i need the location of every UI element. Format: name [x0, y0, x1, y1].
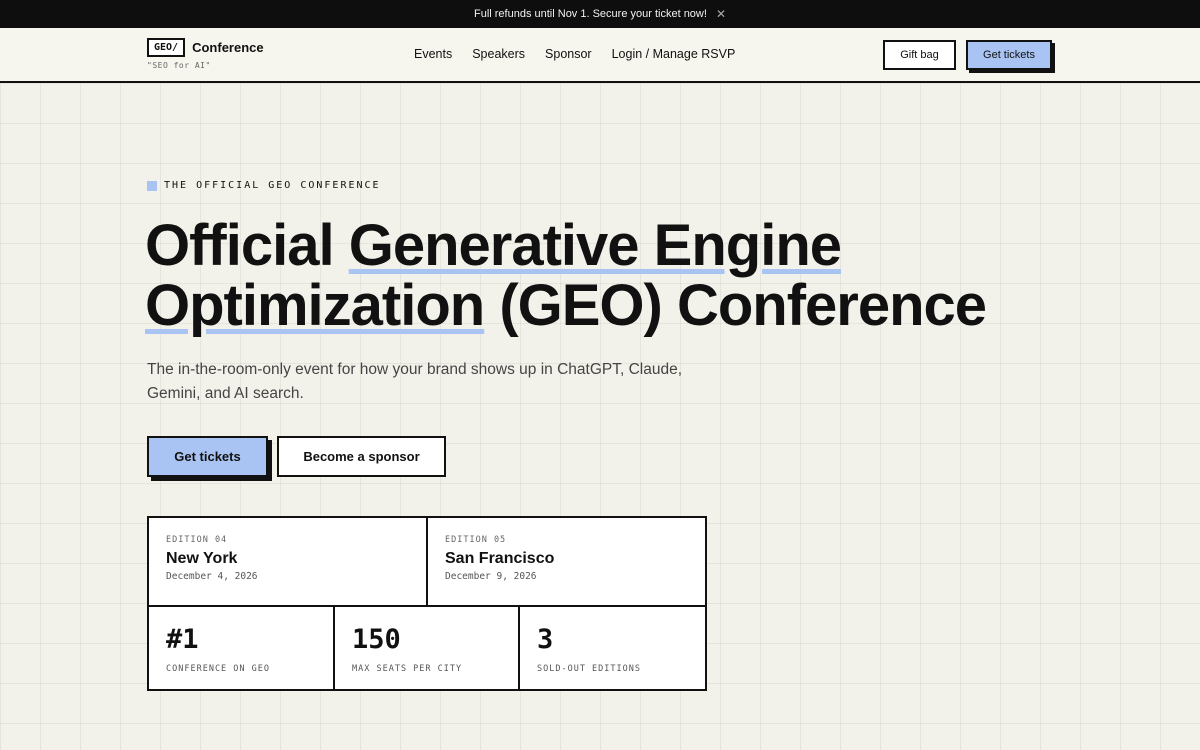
metric-label: MAX SEATS PER CITY	[352, 664, 463, 674]
eyebrow-square-icon	[147, 180, 157, 191]
header-get-tickets-button[interactable]: Get tickets	[966, 40, 1052, 70]
become-sponsor-button[interactable]: Become a sponsor	[277, 436, 446, 477]
headline-highlight: Generative Engine	[348, 213, 842, 278]
metric-value: 150	[352, 624, 401, 655]
logo-mark: GEO/	[147, 38, 186, 57]
edition-label: EDITION 04	[166, 535, 228, 545]
eyebrow-text: THE OFFICIAL GEO CONFERENCE	[164, 180, 381, 191]
edition-date: December 9, 2026	[445, 571, 537, 582]
logo[interactable]: GEO/ Conference	[147, 38, 264, 57]
headline-part: Official	[145, 213, 349, 278]
site-header: GEO/ Conference "SEO for AI" Events Spea…	[0, 28, 1200, 83]
headline-part: (GEO) Conference	[484, 273, 987, 338]
nav-item-speakers[interactable]: Speakers	[472, 47, 525, 61]
logo-text: Conference	[192, 40, 264, 55]
metric-cell: 150 MAX SEATS PER CITY	[335, 607, 520, 689]
edition-city: San Francisco	[445, 550, 555, 567]
metric-label: SOLD-OUT EDITIONS	[537, 664, 641, 674]
nav-item-events[interactable]: Events	[414, 47, 452, 61]
edition-card-san-francisco[interactable]: EDITION 05 San Francisco December 9, 202…	[428, 518, 705, 606]
tagline: "SEO for AI"	[147, 61, 211, 70]
headline-highlight: Optimization	[145, 273, 485, 338]
event-stats-card: EDITION 04 New York December 4, 2026 EDI…	[147, 516, 707, 691]
nav-item-login[interactable]: Login / Manage RSVP	[612, 47, 736, 61]
main-nav: Events Speakers Sponsor Login / Manage R…	[414, 47, 755, 61]
edition-card-new-york[interactable]: EDITION 04 New York December 4, 2026	[149, 518, 428, 606]
edition-date: December 4, 2026	[166, 571, 258, 582]
announcement-text: Full refunds until Nov 1. Secure your ti…	[473, 8, 707, 20]
eyebrow: THE OFFICIAL GEO CONFERENCE	[147, 180, 381, 191]
metric-value: #1	[166, 624, 199, 655]
hero-subtitle: The in-the-room-only event for how your …	[147, 361, 683, 402]
gift-bag-button[interactable]: Gift bag	[883, 40, 956, 70]
page-title: Official Generative Engine Optimization (…	[145, 216, 1145, 336]
metric-cell: #1 CONFERENCE ON GEO	[149, 607, 335, 689]
announcement-bar: Full refunds until Nov 1. Secure your ti…	[0, 0, 1200, 28]
get-tickets-button[interactable]: Get tickets	[147, 436, 268, 477]
edition-city: New York	[166, 550, 238, 567]
metric-value: 3	[537, 624, 554, 655]
metric-cell: 3 SOLD-OUT EDITIONS	[520, 607, 705, 689]
nav-item-sponsor[interactable]: Sponsor	[545, 47, 592, 61]
edition-label: EDITION 05	[445, 535, 507, 545]
metric-label: CONFERENCE ON GEO	[166, 664, 270, 674]
close-icon[interactable]: ✕	[716, 7, 726, 21]
